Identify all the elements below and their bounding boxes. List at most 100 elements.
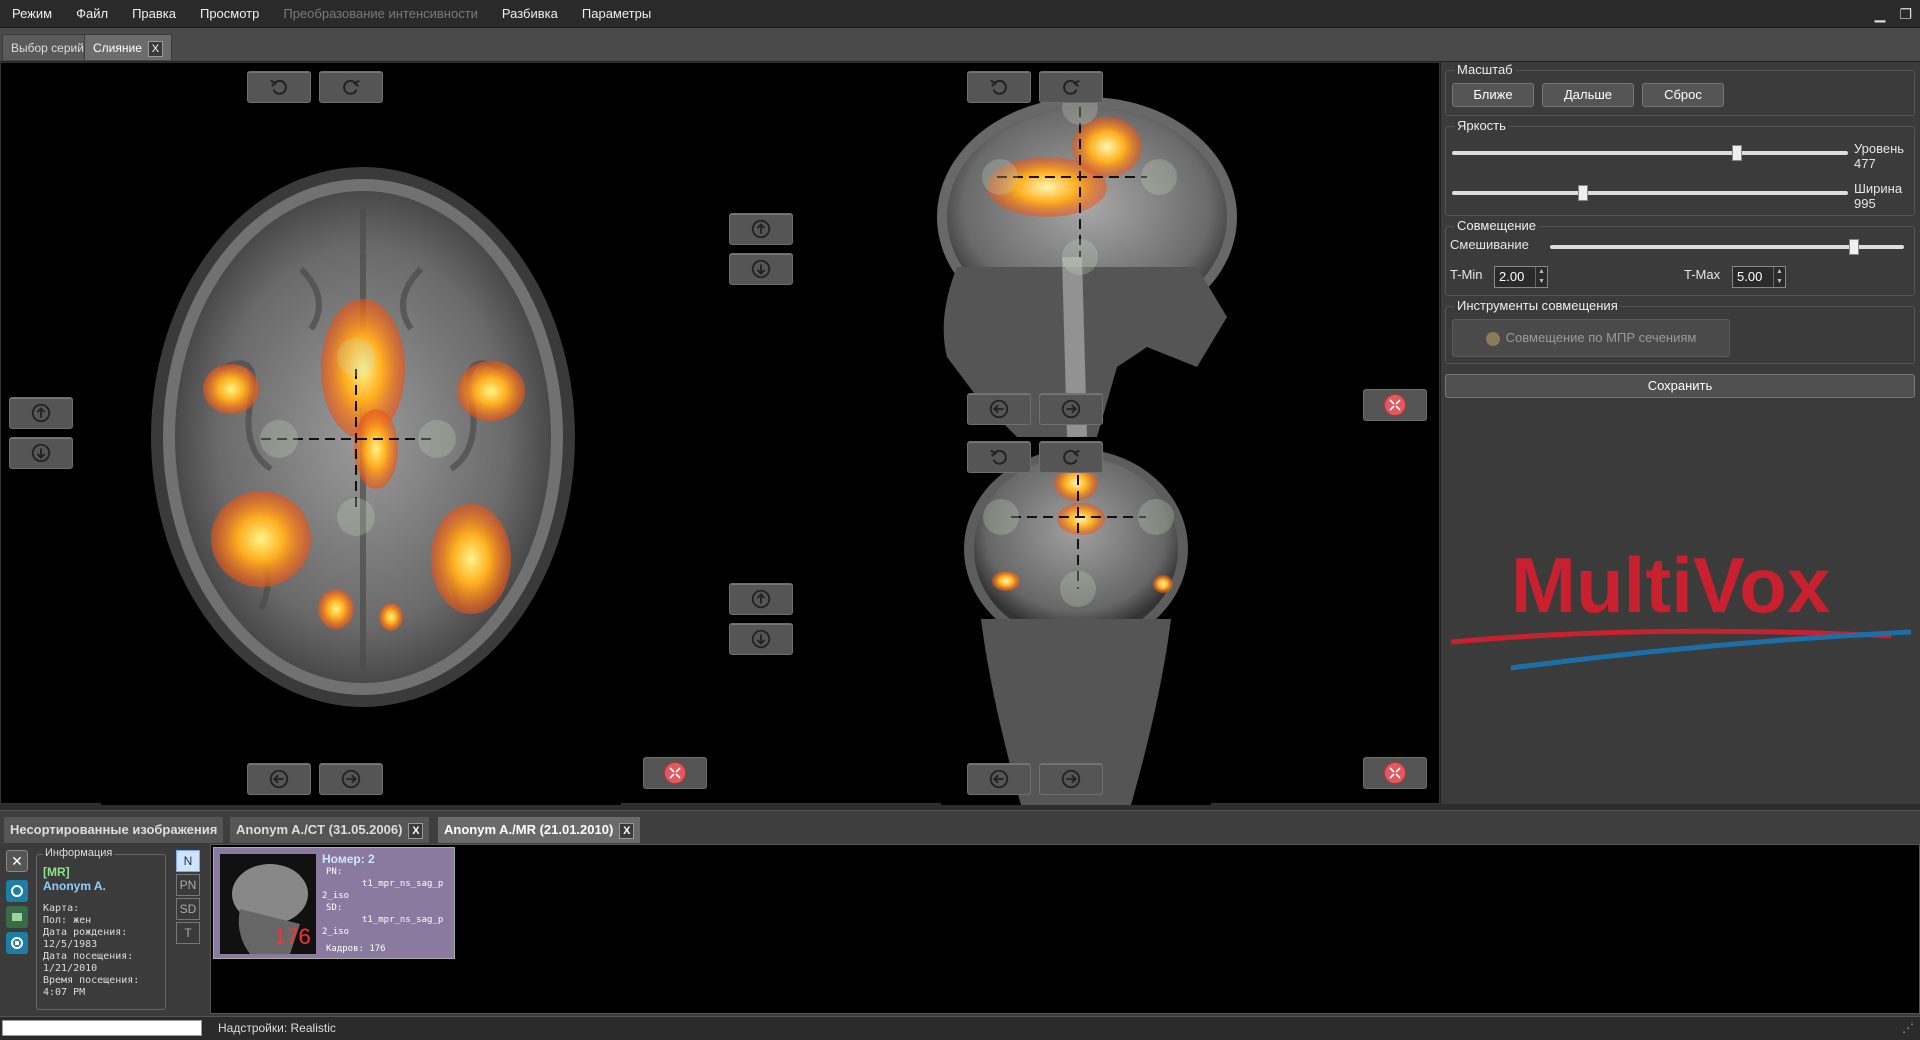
patient-info-title: Информация: [43, 847, 115, 859]
width-slider[interactable]: [1452, 191, 1848, 195]
view-t-button[interactable]: T: [176, 922, 200, 944]
sd-value-2: 2_iso: [322, 927, 350, 937]
expand-sagittal-button[interactable]: [1363, 389, 1427, 421]
arrow-up-icon: [31, 403, 51, 423]
tmin-spinbox[interactable]: 2.00 ▲ ▼: [1494, 266, 1548, 288]
close-icon[interactable]: X: [408, 822, 424, 839]
resize-grip-icon[interactable]: ⋰: [1902, 1021, 1914, 1035]
status-bar: Надстройки: Realistic ⋰: [0, 1016, 1920, 1040]
coronal-pan-left-button[interactable]: [967, 763, 1031, 795]
close-icon[interactable]: X: [147, 40, 163, 57]
refresh-icon[interactable]: [6, 880, 28, 902]
tmin-value: 2.00: [1499, 269, 1525, 284]
arrow-left-icon: [989, 399, 1009, 419]
spinner-arrows-icon[interactable]: ▲ ▼: [1535, 267, 1547, 287]
pan-left-button[interactable]: [247, 763, 311, 795]
mix-slider-thumb[interactable]: [1849, 239, 1860, 255]
sagittal-view[interactable]: [897, 67, 1265, 437]
view-sd-button[interactable]: SD: [176, 898, 200, 920]
tab-ct-series[interactable]: Anonym A./CT (31.05.2006) X: [230, 817, 430, 843]
tmax-spinbox[interactable]: 5.00 ▲ ▼: [1732, 266, 1786, 288]
width-slider-thumb[interactable]: [1577, 185, 1588, 201]
width-label: Ширина: [1854, 181, 1903, 196]
sagittal-pan-left-button[interactable]: [967, 393, 1031, 425]
scale-group: Масштаб Ближе Дальше Сброс: [1445, 62, 1915, 116]
close-icon[interactable]: X: [619, 822, 635, 839]
visit-time-label: Время посещения:: [43, 975, 140, 986]
slice-down-button[interactable]: [9, 437, 73, 469]
menu-edit[interactable]: Правка: [120, 0, 188, 28]
zoom-reset-button[interactable]: Сброс: [1642, 83, 1724, 107]
coronal-pan-right-button[interactable]: [1039, 763, 1103, 795]
sagittal-mri-image: [937, 89, 1237, 437]
expand-icon: [1384, 394, 1406, 416]
sagittal-slice-down-button[interactable]: [729, 253, 793, 285]
axial-view[interactable]: [101, 69, 621, 805]
menu-file[interactable]: Файл: [64, 0, 120, 28]
patient-details: Карта: Пол: жен Дата рождения: 12/5/1983…: [43, 903, 139, 999]
scale-title: Масштаб: [1454, 62, 1516, 77]
rotate-right-icon: [343, 79, 360, 95]
series-card[interactable]: 176 Номер: 2 PN: t1_mpr_ns_sag_p 2_iso S…: [213, 847, 455, 959]
minimize-icon[interactable]: ▁: [1875, 6, 1886, 23]
coronal-rotate-right-button[interactable]: [1039, 441, 1103, 473]
menu-view[interactable]: Просмотр: [188, 0, 271, 28]
window-controls: ▁ ❐: [1875, 0, 1912, 28]
arrow-right-icon: [1061, 769, 1081, 789]
close-series-icon[interactable]: ✕: [6, 850, 28, 872]
restore-icon[interactable]: ❐: [1899, 6, 1912, 23]
view-n-button[interactable]: N: [176, 850, 200, 872]
tab-series-select-label: Выбор серий: [11, 41, 84, 55]
menu-parameters[interactable]: Параметры: [570, 0, 663, 28]
menu-mode[interactable]: Режим: [0, 0, 64, 28]
pn-value-1: t1_mpr_ns_sag_p: [362, 879, 444, 889]
arrow-up-icon: [751, 219, 771, 239]
patient-name: Anonym A.: [43, 879, 106, 893]
save-button[interactable]: Сохранить: [1445, 374, 1915, 398]
coronal-view[interactable]: [941, 439, 1211, 805]
level-slider-thumb[interactable]: [1732, 145, 1743, 161]
sd-value-1: t1_mpr_ns_sag_p: [362, 915, 444, 925]
mix-label: Смешивание: [1450, 237, 1529, 252]
arrow-down-icon: [751, 629, 771, 649]
expand-coronal-button[interactable]: [1363, 757, 1427, 789]
logo-text: MultiVox: [1511, 541, 1830, 629]
brightness-title: Яркость: [1454, 118, 1509, 133]
sagittal-rotate-right-button[interactable]: [1039, 71, 1103, 103]
tmax-label: T-Max: [1684, 267, 1721, 282]
level-slider[interactable]: [1452, 151, 1848, 155]
database-icon[interactable]: [6, 906, 28, 928]
slice-up-button[interactable]: [9, 397, 73, 429]
bottom-tabs: Несортированные изображения Anonym A./CT…: [0, 810, 1920, 844]
pan-right-button[interactable]: [319, 763, 383, 795]
coronal-slice-up-button[interactable]: [729, 583, 793, 615]
progress-field: [2, 1020, 202, 1036]
arrow-down-icon: [31, 443, 51, 463]
arrow-left-icon: [269, 769, 289, 789]
level-value: 477: [1854, 156, 1876, 171]
rotate-right-button[interactable]: [319, 71, 383, 103]
tab-unsorted-images[interactable]: Несортированные изображения: [4, 817, 224, 843]
sagittal-pan-right-button[interactable]: [1039, 393, 1103, 425]
sagittal-slice-up-button[interactable]: [729, 213, 793, 245]
pn-value-2: 2_iso: [322, 891, 350, 901]
expand-icon: [1384, 762, 1406, 784]
menu-layout[interactable]: Разбивка: [490, 0, 570, 28]
rotate-left-button[interactable]: [247, 71, 311, 103]
visit-time-value: 4:07 PM: [43, 987, 86, 998]
coronal-rotate-left-button[interactable]: [967, 441, 1031, 473]
zoom-out-button[interactable]: Дальше: [1542, 83, 1634, 107]
patient-card: Карта:: [43, 903, 80, 914]
expand-axial-button[interactable]: [643, 757, 707, 789]
tab-series-select[interactable]: Выбор серий: [2, 34, 93, 60]
tab-fusion[interactable]: Слияние X: [84, 34, 172, 60]
sagittal-rotate-left-button[interactable]: [967, 71, 1031, 103]
view-pn-button[interactable]: PN: [176, 874, 200, 896]
spinner-arrows-icon[interactable]: ▲ ▼: [1773, 267, 1785, 287]
sync-icon[interactable]: [6, 932, 28, 954]
bottom-panel: ✕ Информация [MR] Anonym A. Карта: Пол: …: [0, 844, 1920, 1016]
tab-mr-series[interactable]: Anonym A./MR (21.01.2010) X: [438, 817, 641, 843]
zoom-in-button[interactable]: Ближе: [1452, 83, 1534, 107]
coronal-slice-down-button[interactable]: [729, 623, 793, 655]
level-label: Уровень: [1854, 141, 1905, 156]
